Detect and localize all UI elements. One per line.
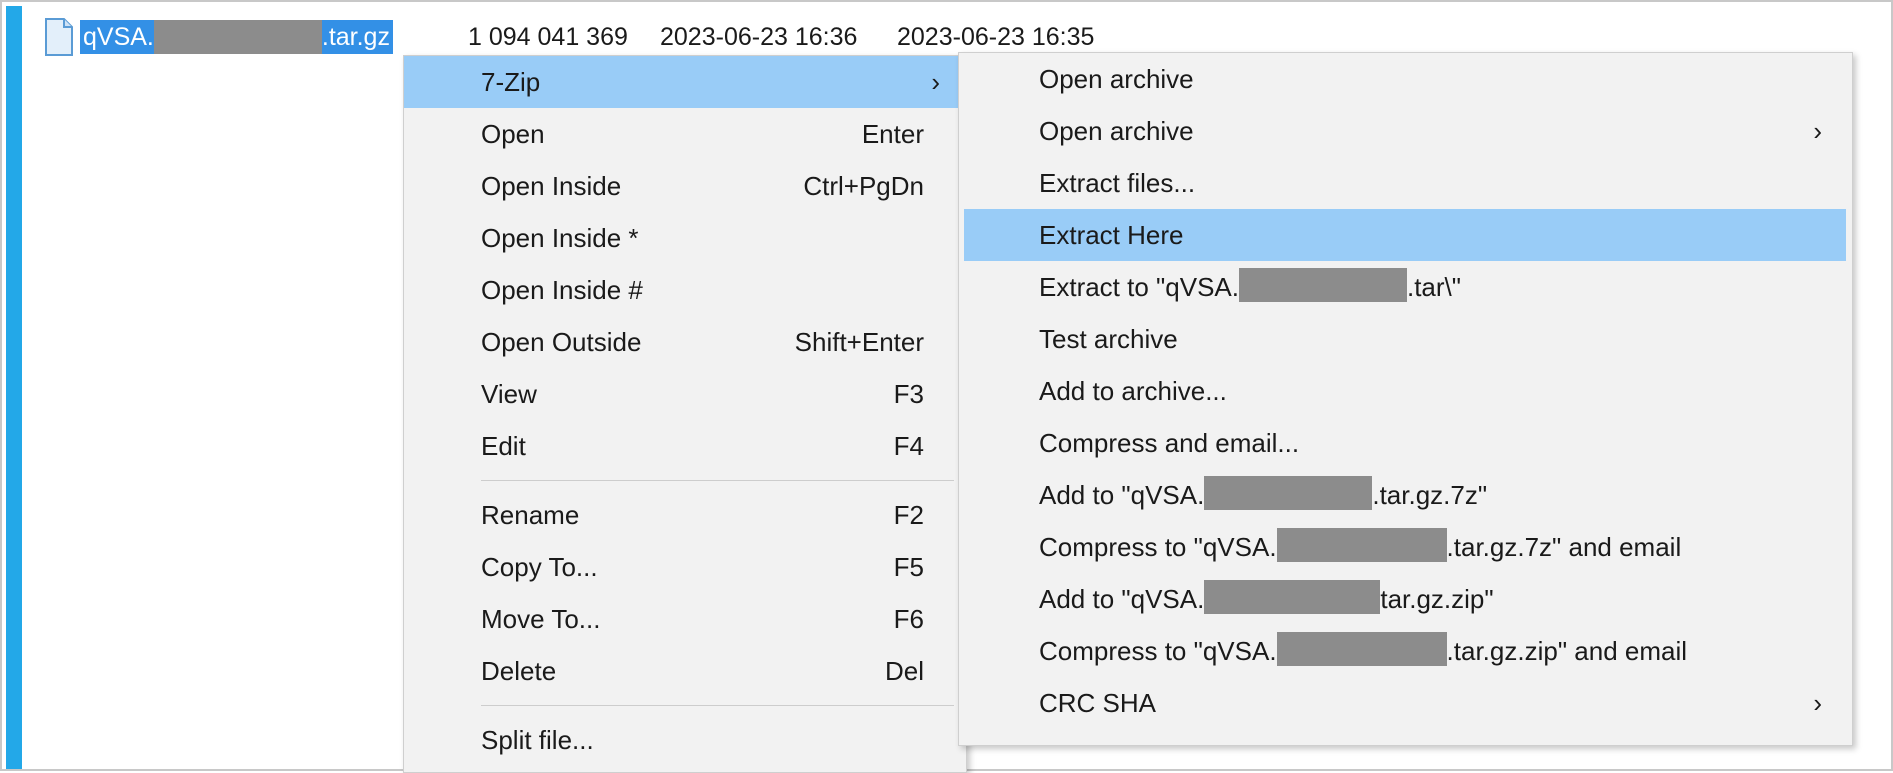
menu-item-label: Move To... [481,604,601,634]
label-prefix: Extract to "qVSA. [1039,272,1239,302]
document-file-icon [44,18,74,56]
label-prefix: Compress to "qVSA. [1039,636,1277,666]
menu-item-label: Open Inside # [481,275,643,305]
menu-item-label: View [481,379,537,409]
submenu-item-compress-7z-email[interactable]: Compress to "qVSA. .tar.gz.7z" and email [959,521,1852,573]
label-prefix: Add to "qVSA. [1039,584,1205,614]
redacted-block [1276,632,1447,666]
submenu-item-add-to-archive[interactable]: Add to archive... [959,365,1852,417]
submenu-item-label: Extract to "qVSA. .tar\" [1039,261,1461,313]
menu-item-label: Open Inside [481,171,622,201]
submenu-item-test-archive[interactable]: Test archive [959,313,1852,365]
submenu-item-compress-and-email[interactable]: Compress and email... [959,417,1852,469]
submenu-item-label: Add to "qVSA. tar.gz.zip" [1039,573,1494,625]
menu-item-open[interactable]: Open Enter [404,108,966,160]
menu-separator [481,705,954,706]
menu-item-rename[interactable]: Rename F2 [404,489,966,541]
submenu-item-label: Open archive [1039,64,1194,94]
submenu-item-label: CRC SHA [1039,688,1157,718]
menu-item-shortcut: F2 [893,500,924,530]
chevron-right-icon: › [1813,688,1822,718]
menu-item-label: Open Inside * [481,223,639,253]
menu-item-edit[interactable]: Edit F4 [404,420,966,472]
label-suffix: .tar.gz.7z" and email [1446,532,1682,562]
file-modified-date: 2023-06-23 16:36 [660,23,858,51]
menu-item-open-inside-star[interactable]: Open Inside * [404,212,966,264]
submenu-item-label: Compress and email... [1039,428,1300,458]
menu-item-label: Open Outside [481,327,642,357]
7zip-submenu: Open archive Open archive › Extract file… [958,52,1853,746]
menu-item-shortcut: Enter [861,119,924,149]
menu-item-view[interactable]: View F3 [404,368,966,420]
submenu-item-label: Compress to "qVSA. .tar.gz.7z" and email [1039,521,1681,573]
submenu-item-compress-zip-email[interactable]: Compress to "qVSA. .tar.gz.zip" and email [959,625,1852,677]
menu-item-label: Open [481,119,545,149]
file-name-suffix: .tar.gz [321,23,390,51]
file-size: 1 094 041 369 [468,23,628,51]
label-suffix: tar.gz.zip" [1380,584,1494,614]
menu-item-shortcut: Ctrl+PgDn [803,171,924,201]
chevron-right-icon: › [931,67,940,97]
submenu-item-label: Add to "qVSA. .tar.gz.7z" [1039,469,1487,521]
submenu-item-label: Add to archive... [1039,376,1227,406]
redacted-block [153,20,322,54]
menu-item-shortcut: F5 [893,552,924,582]
menu-item-label: Copy To... [481,552,598,582]
menu-item-copy-to[interactable]: Copy To... F5 [404,541,966,593]
menu-item-7zip[interactable]: 7-Zip › [404,56,966,108]
menu-item-shortcut: F3 [893,379,924,409]
submenu-item-label: Extract Here [1039,220,1184,250]
menu-item-label: Edit [481,431,526,461]
submenu-item-extract-here[interactable]: Extract Here [964,209,1846,261]
file-created-date: 2023-06-23 16:35 [897,23,1095,51]
menu-item-split-file[interactable]: Split file... [404,714,966,766]
menu-item-open-outside[interactable]: Open Outside Shift+Enter [404,316,966,368]
menu-item-open-inside-hash[interactable]: Open Inside # [404,264,966,316]
redacted-block [1204,476,1373,510]
submenu-item-open-archive-more[interactable]: Open archive › [959,105,1852,157]
redacted-block [1204,580,1381,614]
menu-item-shortcut: Shift+Enter [794,327,924,357]
menu-item-move-to[interactable]: Move To... F6 [404,593,966,645]
menu-item-label: Split file... [481,725,594,755]
menu-item-delete[interactable]: Delete Del [404,645,966,697]
selection-accent-bar [6,6,22,769]
label-suffix: .tar.gz.zip" and email [1446,636,1688,666]
context-menu: 7-Zip › Open Enter Open Inside Ctrl+PgDn… [403,55,967,773]
file-name[interactable]: qVSA. .tar.gz [80,20,393,54]
label-prefix: Compress to "qVSA. [1039,532,1277,562]
menu-item-shortcut: F4 [893,431,924,461]
submenu-item-extract-to[interactable]: Extract to "qVSA. .tar\" [959,261,1852,313]
menu-item-label: Rename [481,500,580,530]
submenu-item-add-to-7z[interactable]: Add to "qVSA. .tar.gz.7z" [959,469,1852,521]
submenu-item-label: Extract files... [1039,168,1196,198]
submenu-item-open-archive[interactable]: Open archive [959,53,1852,105]
menu-item-shortcut: F6 [893,604,924,634]
menu-separator [481,480,954,481]
label-prefix: Add to "qVSA. [1039,480,1205,510]
menu-item-open-inside[interactable]: Open Inside Ctrl+PgDn [404,160,966,212]
submenu-item-label: Compress to "qVSA. .tar.gz.zip" and email [1039,625,1687,677]
menu-item-label: 7-Zip [481,67,541,97]
submenu-item-add-to-zip[interactable]: Add to "qVSA. tar.gz.zip" [959,573,1852,625]
label-suffix: .tar.gz.7z" [1372,480,1488,510]
chevron-right-icon: › [1813,116,1822,146]
file-name-prefix: qVSA. [83,23,154,51]
redacted-block [1238,268,1407,302]
submenu-item-crc-sha[interactable]: CRC SHA › [959,677,1852,729]
submenu-item-extract-files[interactable]: Extract files... [959,157,1852,209]
menu-item-shortcut: Del [884,656,924,686]
submenu-item-label: Test archive [1039,324,1178,354]
menu-item-label: Delete [481,656,557,686]
label-suffix: .tar\" [1406,272,1462,302]
submenu-item-label: Open archive [1039,116,1194,146]
redacted-block [1276,528,1447,562]
